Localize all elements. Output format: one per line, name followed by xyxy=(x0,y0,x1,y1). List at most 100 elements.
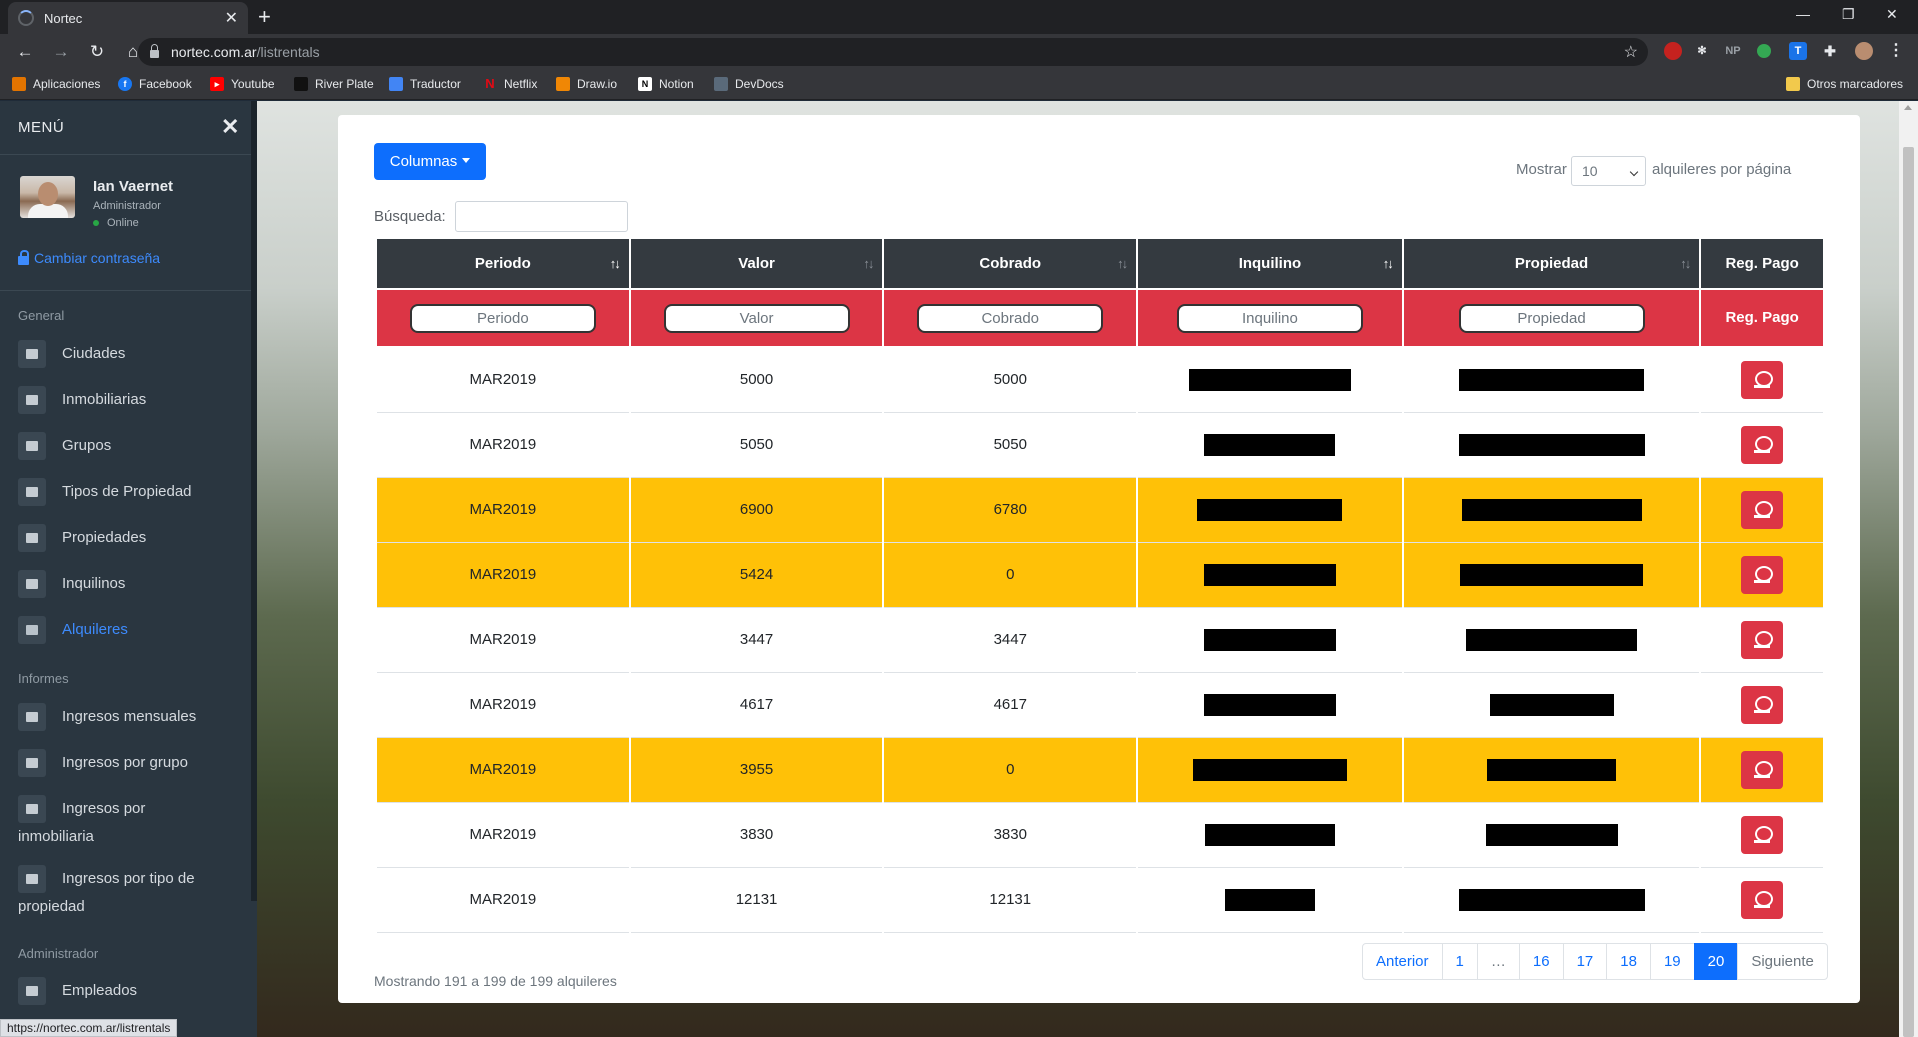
search-input[interactable] xyxy=(455,201,628,232)
table-row: MAR2019 3955 0 xyxy=(375,737,1825,803)
sidebar-item-inquilinos[interactable]: Inquilinos xyxy=(18,570,248,599)
extension-icon[interactable] xyxy=(1664,42,1682,60)
money-icon xyxy=(18,795,46,824)
close-window-icon[interactable]: ✕ xyxy=(1886,6,1898,23)
page-button[interactable]: 20 xyxy=(1693,943,1739,980)
back-icon[interactable]: ← xyxy=(14,42,36,62)
sidebar-scrollbar[interactable] xyxy=(251,101,257,901)
minimize-icon[interactable]: — xyxy=(1796,6,1810,22)
column-header-inquilino[interactable]: Inquilino ↑↓ xyxy=(1136,237,1404,290)
bookmark-facebook[interactable]: f Facebook xyxy=(118,77,192,91)
cell-propiedad xyxy=(1401,737,1702,803)
other-bookmarks[interactable]: Otros marcadores xyxy=(1786,77,1903,91)
cell-inquilino xyxy=(1136,412,1404,478)
column-header-periodo[interactable]: Periodo ↑↓ xyxy=(375,237,631,290)
filter-propiedad-input[interactable]: Propiedad xyxy=(1458,303,1645,333)
sidebar-item-ciudades[interactable]: Ciudades xyxy=(18,340,248,369)
column-header-propiedad[interactable]: Propiedad ↑↓ xyxy=(1401,237,1702,290)
page-size-select[interactable]: 10 xyxy=(1571,156,1646,186)
cell-reg-pago xyxy=(1699,737,1825,803)
register-payment-button[interactable] xyxy=(1741,425,1784,464)
bookmark-drawio[interactable]: Draw.io xyxy=(556,77,617,91)
bookmark-star-icon[interactable]: ☆ xyxy=(1624,42,1638,62)
columns-dropdown-button[interactable]: Columnas xyxy=(374,143,486,180)
sidebar-item-ingresos-inmobiliaria[interactable]: Ingresos por inmobiliaria xyxy=(18,795,188,851)
bookmark-netflix[interactable]: N Netflix xyxy=(483,77,537,92)
page-button[interactable]: 16 xyxy=(1518,943,1564,980)
cell-periodo: MAR2019 xyxy=(375,542,631,608)
sidebar-item-alquileres[interactable]: Alquileres xyxy=(18,616,248,645)
filter-periodo-input[interactable]: Periodo xyxy=(409,303,596,333)
money-icon xyxy=(18,703,46,732)
column-header-valor[interactable]: Valor ↑↓ xyxy=(628,237,885,290)
column-header-label: Reg. Pago xyxy=(1725,255,1799,272)
menu-icon[interactable]: ⋮ xyxy=(1887,42,1905,60)
table-row: MAR2019 5000 5000 xyxy=(375,347,1825,413)
forward-icon[interactable]: → xyxy=(50,42,72,62)
next-page-button[interactable]: Siguiente xyxy=(1737,943,1828,980)
sidebar-header: MENÚ ✕ xyxy=(0,101,251,155)
scrollbar-thumb[interactable] xyxy=(1903,147,1914,1037)
bookmark-devdocs[interactable]: DevDocs xyxy=(714,77,784,91)
sidebar-item-ingresos-tipo[interactable]: Ingresos por tipo de propiedad xyxy=(18,865,233,921)
column-header-cobrado[interactable]: Cobrado ↑↓ xyxy=(882,237,1139,290)
page-button[interactable]: 17 xyxy=(1562,943,1608,980)
close-sidebar-icon[interactable]: ✕ xyxy=(221,114,239,140)
cell-inquilino xyxy=(1136,347,1404,413)
new-tab-button[interactable]: + xyxy=(258,4,271,30)
close-tab-icon[interactable]: ✕ xyxy=(225,8,238,28)
register-payment-button[interactable] xyxy=(1741,750,1784,789)
page-button[interactable]: 18 xyxy=(1606,943,1651,980)
extension-green-icon[interactable] xyxy=(1757,44,1771,58)
filter-inquilino-input[interactable]: Inquilino xyxy=(1176,303,1363,333)
address-bar[interactable]: nortec.com.ar/listrentals ☆ xyxy=(138,38,1648,66)
sidebar-item-empleados[interactable]: Empleados xyxy=(18,977,248,1006)
sidebar-item-grupos[interactable]: Grupos xyxy=(18,432,248,461)
bookmark-youtube[interactable]: ▸ Youtube xyxy=(210,77,275,91)
register-payment-button[interactable] xyxy=(1741,685,1784,724)
extension-gear-icon[interactable]: ✻ xyxy=(1693,42,1711,60)
redacted-block xyxy=(1203,563,1336,586)
section-admin: Administrador xyxy=(18,946,99,961)
cell-propiedad xyxy=(1401,867,1702,933)
cell-cobrado: 5000 xyxy=(882,347,1139,413)
restore-icon[interactable]: ❐ xyxy=(1842,6,1855,23)
bookmark-apps[interactable]: Aplicaciones xyxy=(12,77,100,91)
sidebar-item-tipos-propiedad[interactable]: Tipos de Propiedad xyxy=(18,478,248,507)
table-row: MAR2019 12131 12131 xyxy=(375,867,1825,933)
register-payment-button[interactable] xyxy=(1741,815,1784,854)
sidebar-item-inmobiliarias[interactable]: Inmobiliarias xyxy=(18,386,248,415)
bookmark-river-plate[interactable]: River Plate xyxy=(294,77,374,91)
page-button[interactable]: 19 xyxy=(1649,943,1695,980)
page-button[interactable]: 1 xyxy=(1441,943,1478,980)
register-payment-button[interactable] xyxy=(1741,880,1784,919)
bookmark-traductor[interactable]: Traductor xyxy=(389,77,461,91)
cell-reg-pago xyxy=(1699,542,1825,608)
extension-t-icon[interactable]: T xyxy=(1789,42,1807,60)
previous-page-button[interactable]: Anterior xyxy=(1362,943,1443,980)
profile-avatar[interactable] xyxy=(1855,42,1873,60)
cell-valor: 5424 xyxy=(628,542,885,608)
bookmark-label: Otros marcadores xyxy=(1807,77,1904,91)
register-payment-button[interactable] xyxy=(1741,555,1784,594)
browser-tab[interactable]: Nortec ✕ xyxy=(8,2,248,34)
scroll-up-icon[interactable] xyxy=(1904,105,1912,110)
page-scrollbar[interactable] xyxy=(1899,101,1918,1037)
user-role: Administrador xyxy=(93,200,161,212)
puzzle-icon[interactable]: ✚ xyxy=(1821,42,1839,60)
pagination: Anterior 1… 16 17 18 19 20 Siguiente xyxy=(1362,943,1828,980)
reload-icon[interactable]: ↻ xyxy=(86,42,108,62)
register-payment-button[interactable] xyxy=(1741,490,1784,529)
bookmark-notion[interactable]: N Notion xyxy=(638,77,694,91)
search-label: Búsqueda: xyxy=(374,208,446,225)
change-password-link[interactable]: Cambiar contraseña xyxy=(18,249,160,266)
register-payment-button[interactable] xyxy=(1741,360,1784,399)
register-payment-button[interactable] xyxy=(1741,620,1784,659)
column-header-label: Cobrado xyxy=(979,255,1042,272)
filter-cobrado-input[interactable]: Cobrado xyxy=(917,303,1104,333)
sidebar-item-ingresos-mensuales[interactable]: Ingresos mensuales xyxy=(18,703,248,732)
extension-np-icon[interactable]: NP xyxy=(1724,42,1742,60)
sidebar-item-propiedades[interactable]: Propiedades xyxy=(18,524,248,553)
sidebar-item-ingresos-grupo[interactable]: Ingresos por grupo xyxy=(18,749,248,778)
filter-valor-input[interactable]: Valor xyxy=(663,303,850,333)
